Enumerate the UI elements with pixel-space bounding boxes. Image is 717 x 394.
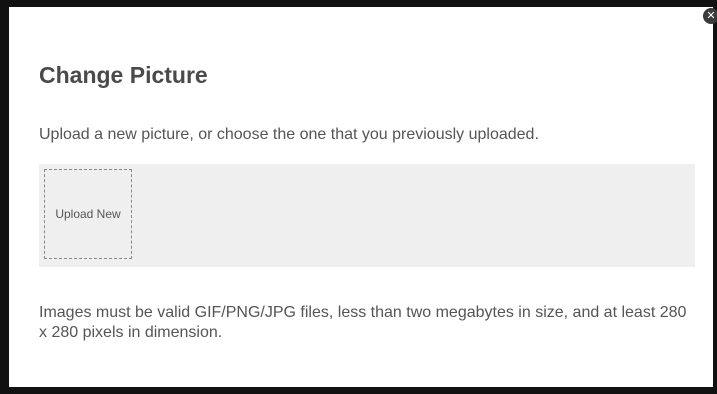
picture-gallery: Upload New bbox=[39, 164, 695, 267]
dialog-description: Upload a new picture, or choose the one … bbox=[39, 126, 539, 143]
upload-new-label: Upload New bbox=[55, 207, 121, 221]
change-picture-dialog: ✕ Change Picture Upload a new picture, o… bbox=[9, 7, 717, 387]
close-icon[interactable]: ✕ bbox=[703, 8, 717, 24]
upload-new-button[interactable]: Upload New bbox=[44, 169, 132, 259]
file-requirements-note: Images must be valid GIF/PNG/JPG files, … bbox=[39, 304, 687, 341]
dialog-title: Change Picture bbox=[39, 62, 208, 88]
